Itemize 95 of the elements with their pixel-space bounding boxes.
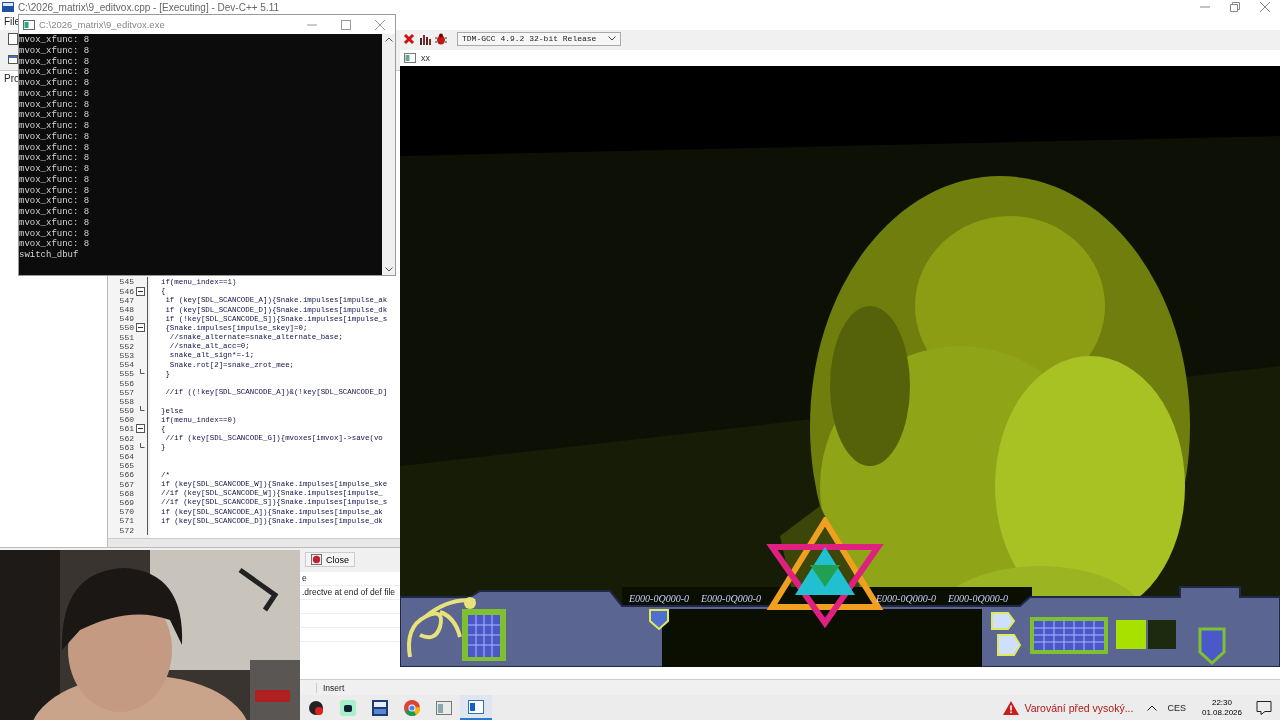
close-icon [1260, 2, 1270, 12]
line-number: 553 [118, 351, 134, 360]
line-number: 572 [118, 525, 134, 535]
page-icon[interactable] [8, 32, 18, 45]
chevron-up-icon[interactable] [1147, 704, 1158, 711]
console-line: mvox_xfunc: 8 [19, 78, 91, 89]
scroll-down-icon[interactable] [384, 267, 393, 272]
line-number: 565 [118, 461, 134, 471]
scroll-up-icon[interactable] [384, 37, 393, 42]
window-icon [436, 699, 452, 716]
browser-icon [404, 699, 420, 716]
close-icon [375, 19, 385, 30]
line-number: 552 [118, 341, 134, 351]
language-indicator[interactable]: CES [1167, 702, 1186, 713]
caret-icon [608, 36, 616, 42]
close-button[interactable]: Close [305, 552, 355, 568]
console-line: mvox_xfunc: 8 [19, 56, 91, 67]
line-number: 561 [118, 424, 134, 434]
console-line: mvox_xfunc: 8 [19, 185, 91, 196]
line-number: 563 [118, 442, 134, 452]
console-line: switch_dbuf [19, 250, 80, 261]
console-line: mvox_xfunc: 8 [19, 121, 91, 132]
line-number: 551 [118, 332, 134, 342]
console-line: mvox_xfunc: 8 [19, 153, 91, 164]
console-line: mvox_xfunc: 8 [19, 142, 91, 153]
taskbar-app[interactable] [460, 695, 492, 720]
coordinate-readout: E000-0Q000-0 [629, 593, 689, 604]
console-line: mvox_xfunc: 8 [19, 196, 91, 207]
console-line: mvox_xfunc: 8 [19, 35, 91, 46]
line-number: 568 [118, 488, 134, 498]
console-line: mvox_xfunc: 8 [19, 131, 91, 143]
window-icon[interactable] [8, 52, 18, 65]
collapse-icon[interactable] [136, 286, 145, 296]
line-number: 547 [118, 295, 134, 305]
console-line: mvox_xfunc: 8 [19, 164, 91, 175]
line-number: 545 [118, 277, 134, 287]
warning-icon [1002, 700, 1019, 715]
console-line: mvox_xfunc: 8 [19, 239, 91, 250]
line-number: 555 [118, 369, 134, 379]
close-icon [311, 554, 322, 566]
line-number: 554 [118, 360, 134, 370]
window-icon [468, 698, 484, 715]
line-number: 562 [118, 433, 134, 443]
line-number: 546 [118, 286, 134, 296]
chat-icon [340, 699, 356, 716]
line-number: 567 [118, 479, 134, 489]
bug-icon[interactable] [435, 32, 447, 45]
console-line: mvox_xfunc: 8 [19, 217, 91, 229]
collapse-icon[interactable] [136, 323, 145, 333]
console-line: mvox_xfunc: 8 [19, 110, 91, 121]
scrollbar[interactable] [108, 537, 400, 547]
app-icon [2, 2, 14, 12]
line-number: 564 [118, 452, 134, 462]
console-line: mvox_xfunc: 8 [19, 67, 91, 78]
line-number: 548 [118, 305, 134, 315]
ide-icon [372, 699, 388, 716]
notification-icon[interactable] [1256, 699, 1272, 716]
message-text: e [302, 573, 307, 584]
console-icon [23, 19, 35, 30]
collapse-icon[interactable] [136, 424, 145, 434]
line-number: 549 [118, 314, 134, 324]
line-number: 560 [118, 415, 134, 425]
maximize-icon [341, 19, 351, 30]
status-text: Insert [316, 682, 393, 693]
line-number: 556 [118, 378, 134, 388]
coordinate-readout: E000-0Q000-0 [948, 593, 1008, 604]
message-text: .drectve at end of def file [302, 587, 396, 598]
console-line: mvox_xfunc: 8 [19, 88, 91, 100]
console-line: mvox_xfunc: 8 [19, 174, 91, 186]
line-number: 566 [118, 470, 134, 480]
coordinate-readout: E000-0Q000-0 [701, 593, 761, 604]
clock[interactable]: 22:30 01.08.2026 [1195, 697, 1248, 718]
line-number: 559 [118, 406, 134, 416]
record-icon [308, 699, 324, 716]
line-number: 570 [118, 507, 134, 517]
console-line: mvox_xfunc: 8 [19, 207, 91, 218]
restore-icon [1230, 2, 1240, 12]
window-icon [404, 53, 416, 63]
coordinate-readout: E000-0Q000-0 [876, 593, 936, 604]
console-line: mvox_xfunc: 8 [19, 99, 91, 110]
window-title: xx [421, 53, 430, 63]
compiler-dropdown[interactable]: TDM-GCC 4.9.2 32-bit Release [457, 31, 621, 46]
window-title: C:\2026_matrix\9_editvox.cpp - [Executing] - Dev-C++ 5.11 [18, 1, 280, 13]
warning-notification[interactable]: Varování před vysoký... [1002, 700, 1134, 715]
line-number: 550 [118, 323, 134, 333]
line-number: 558 [118, 396, 134, 406]
stop-icon[interactable] [403, 32, 415, 45]
line-number: 569 [118, 498, 134, 507]
chart-icon[interactable] [419, 32, 431, 45]
window-title: C:\2026_matrix\9_editvox.exe [39, 19, 165, 30]
console-line: mvox_xfunc: 8 [19, 45, 91, 57]
scrollbar[interactable] [382, 34, 395, 275]
console-line: mvox_xfunc: 8 [19, 228, 91, 239]
line-number: 557 [118, 387, 134, 397]
line-number: 571 [118, 516, 134, 526]
